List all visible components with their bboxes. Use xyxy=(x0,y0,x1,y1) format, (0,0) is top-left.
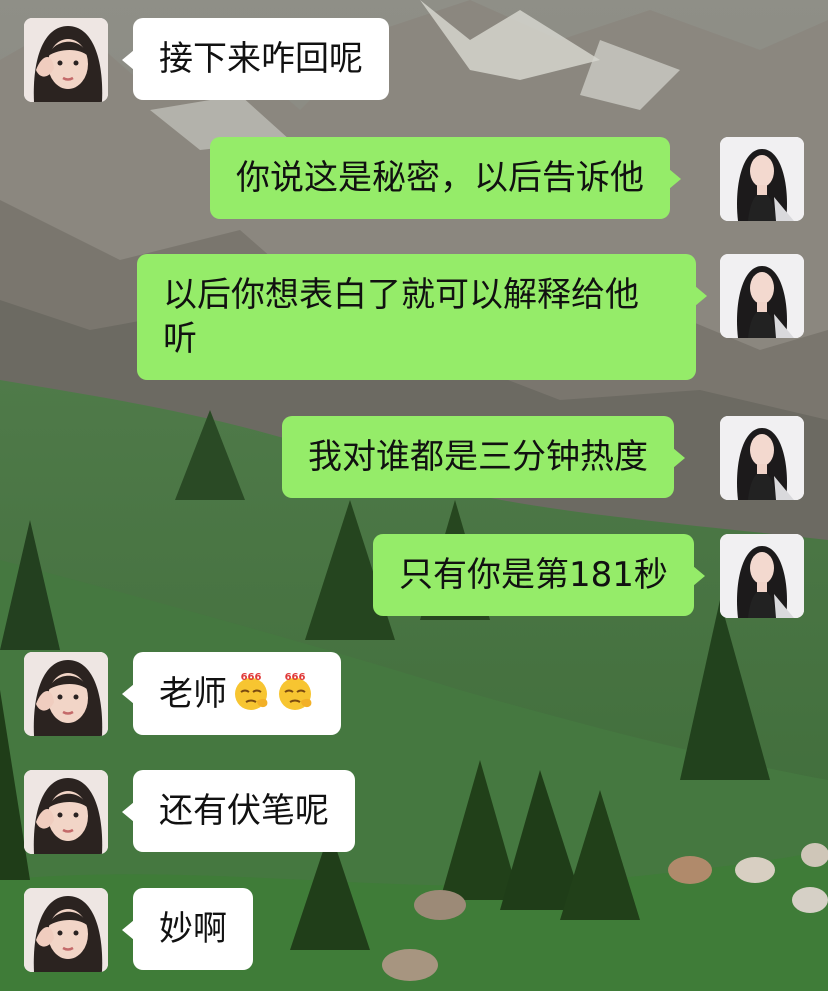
svg-text:666: 666 xyxy=(241,672,262,683)
svg-text:666: 666 xyxy=(285,672,306,683)
message-text: 老师 xyxy=(159,674,227,714)
outgoing-message-bubble[interactable]: 以后你想表白了就可以解释给他听 xyxy=(137,254,707,380)
user-avatar[interactable] xyxy=(720,137,804,221)
incoming-message-bubble[interactable]: 妙啊 xyxy=(122,888,253,970)
friend-avatar[interactable] xyxy=(24,18,108,102)
incoming-message-bubble[interactable]: 接下来咋回呢 xyxy=(122,18,389,100)
incoming-message-bubble[interactable]: 老师 666 666 xyxy=(122,652,341,735)
outgoing-message-bubble[interactable]: 只有你是第181秒 xyxy=(373,534,705,616)
666-emoji-icon: 666 xyxy=(275,671,315,711)
friend-avatar[interactable] xyxy=(24,770,108,854)
incoming-message-bubble[interactable]: 还有伏笔呢 xyxy=(122,770,355,852)
chat-message-list: 接下来咋回呢 你说这是秘密，以后告诉他 以后你想表白了就可以解释给他听 我对谁都… xyxy=(0,0,828,991)
666-emoji-icon: 666 xyxy=(231,671,271,711)
friend-avatar[interactable] xyxy=(24,888,108,972)
user-avatar[interactable] xyxy=(720,534,804,618)
outgoing-message-bubble[interactable]: 我对谁都是三分钟热度 xyxy=(282,416,685,498)
user-avatar[interactable] xyxy=(720,416,804,500)
outgoing-message-bubble[interactable]: 你说这是秘密，以后告诉他 xyxy=(210,137,681,219)
user-avatar[interactable] xyxy=(720,254,804,338)
friend-avatar[interactable] xyxy=(24,652,108,736)
